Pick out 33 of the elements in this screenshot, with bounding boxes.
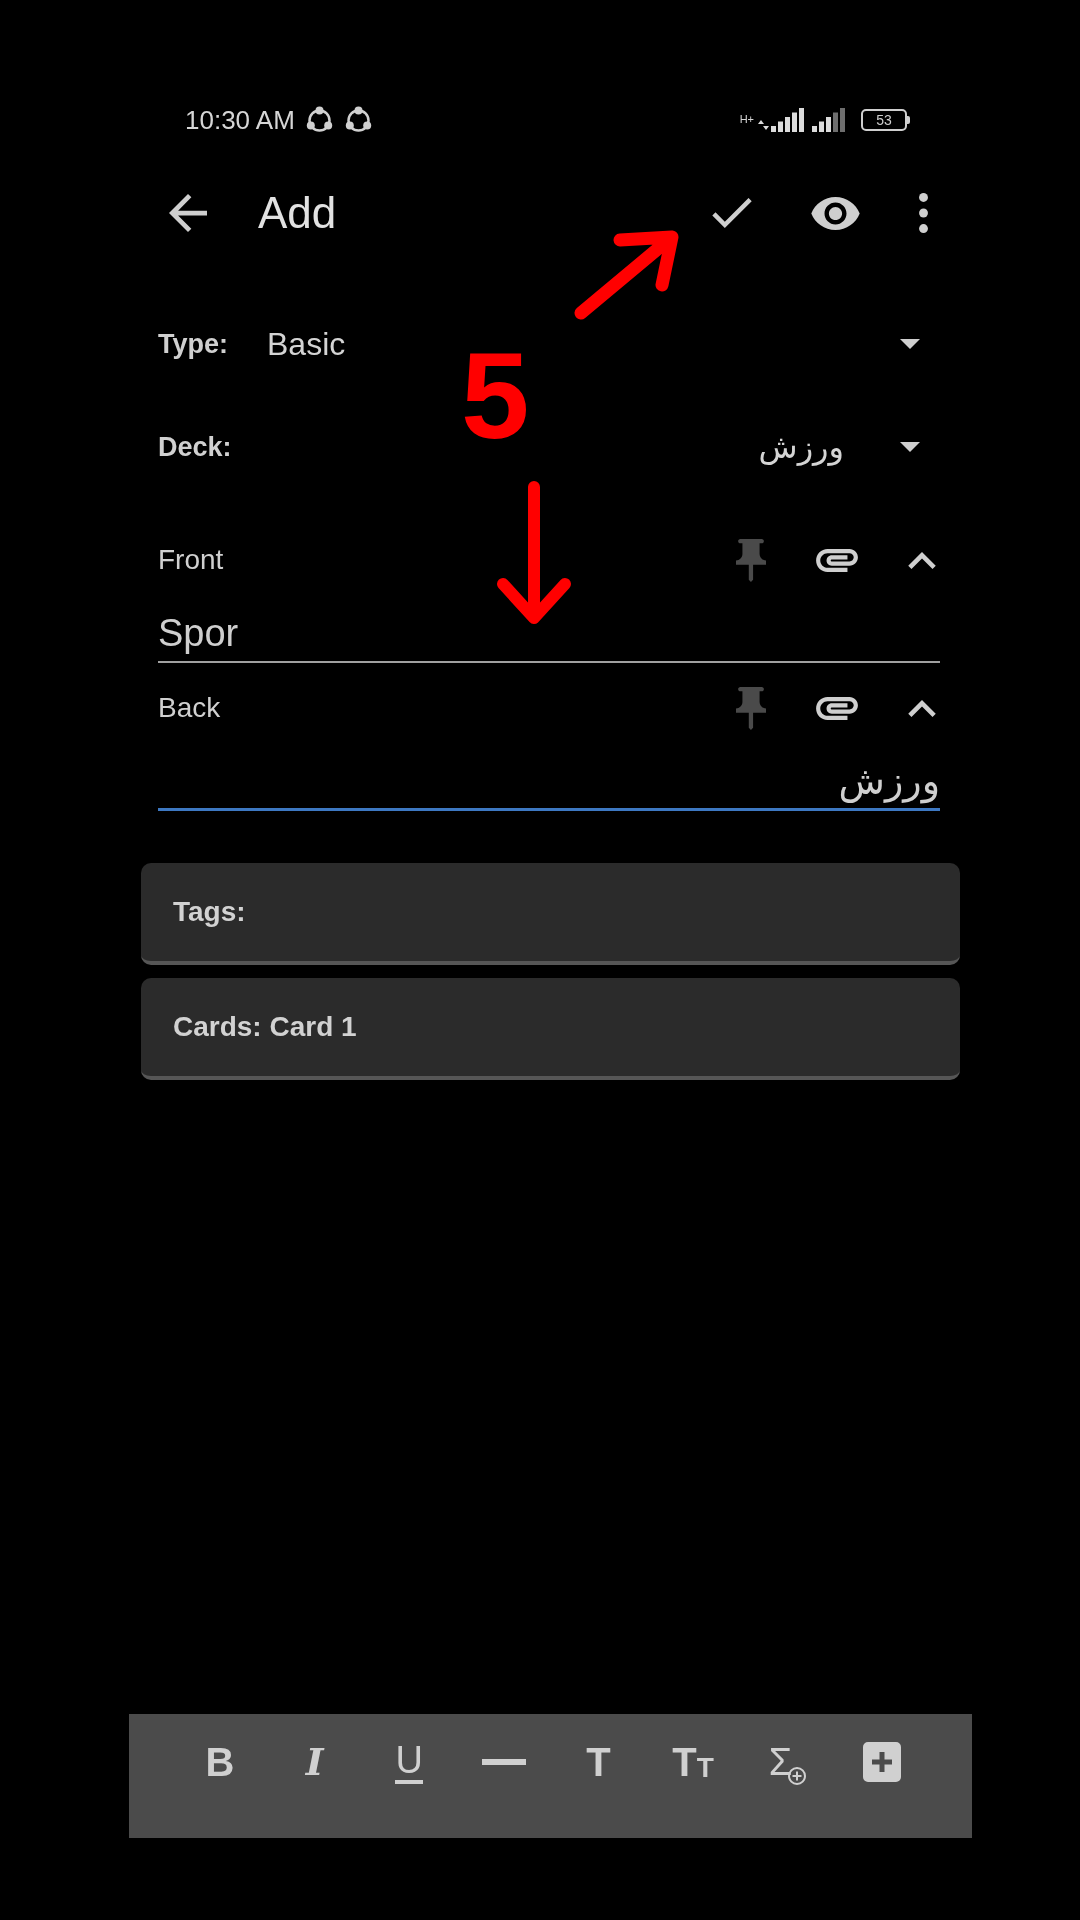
field-label: Back [158, 692, 221, 724]
status-time: 10:30 AM [185, 104, 295, 136]
back-arrow-icon[interactable] [169, 194, 207, 232]
cards-button[interactable]: Cards: Card 1 [141, 978, 960, 1080]
bold-button[interactable]: B [205, 1742, 235, 1782]
paperclip-icon[interactable] [816, 548, 858, 572]
tags-button[interactable]: Tags: [141, 863, 960, 965]
signal-icon [812, 108, 845, 132]
step-number: 5 [461, 334, 530, 457]
eye-icon[interactable] [811, 196, 860, 230]
dropdown-triangle-icon [900, 339, 920, 349]
field-label: Front [158, 544, 224, 576]
math-button[interactable]: Σ [768, 1743, 807, 1781]
network-type-label: H+ [739, 114, 754, 125]
paperclip-icon[interactable] [816, 696, 858, 720]
cycle-icon [343, 105, 373, 135]
screen-title: Add [258, 188, 337, 238]
underline-button[interactable]: U [395, 1740, 423, 1784]
type-label: Type: [158, 328, 229, 360]
heading-button[interactable]: T [586, 1742, 611, 1782]
cycle-icon [304, 105, 334, 135]
text-field[interactable]: Spor [158, 600, 940, 663]
check-icon[interactable] [712, 198, 752, 228]
text-size-button[interactable]: TT [672, 1742, 714, 1782]
collapse-caret-icon[interactable] [908, 699, 936, 717]
text-field[interactable]: ورزش [158, 748, 940, 811]
collapse-caret-icon[interactable] [908, 551, 936, 569]
deck-label: Deck: [158, 431, 233, 463]
italic-button[interactable]: I [305, 1743, 324, 1781]
dropdown-triangle-icon [900, 442, 920, 452]
signal-icon [758, 108, 804, 132]
battery-indicator: 53 [861, 109, 910, 131]
more-menu-icon[interactable] [919, 193, 928, 233]
